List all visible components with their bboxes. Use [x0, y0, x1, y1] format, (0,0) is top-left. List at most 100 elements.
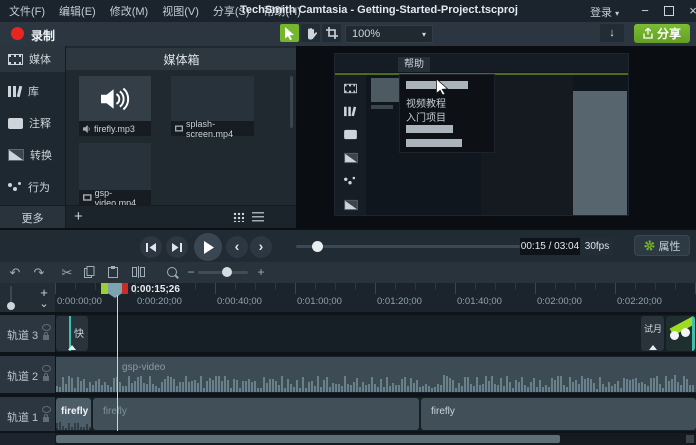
previous-clip-button[interactable]: ‹ — [226, 236, 248, 258]
timeline-zoom-in-button[interactable]: + — [252, 264, 270, 281]
playhead-out-marker[interactable] — [122, 283, 128, 294]
split-button[interactable] — [132, 266, 150, 283]
maximize-icon — [664, 6, 674, 16]
list-view-button[interactable] — [252, 212, 264, 222]
clip-trial-callout[interactable]: 试月 — [641, 316, 664, 351]
clip-label: 试月 — [644, 322, 662, 335]
track-visibility-icon[interactable] — [42, 324, 51, 331]
sidebar-item-label: 行为 — [28, 179, 50, 195]
scrollbar-end-piece[interactable] — [686, 435, 694, 443]
track-3-lane[interactable]: 快 试月 — [56, 315, 696, 352]
track-3-header[interactable]: 轨道 3 — [0, 315, 55, 352]
play-button[interactable] — [194, 233, 222, 261]
expand-icon[interactable] — [649, 345, 657, 350]
track-visibility-icon[interactable] — [42, 406, 51, 413]
track-visibility-icon[interactable] — [42, 365, 51, 372]
library-icon — [344, 106, 356, 116]
preview-canvas[interactable]: 帮助 视频教程 入门项目 — [296, 46, 696, 228]
menu-edit[interactable]: 编辑(E) — [59, 3, 96, 19]
step-back-button[interactable] — [140, 236, 162, 258]
clip-zoom-animation[interactable]: 快 — [56, 316, 88, 351]
next-clip-button[interactable]: › — [250, 236, 272, 258]
track-2-lane[interactable]: gsp-video — [56, 356, 696, 393]
window-title: TechSmith Camtasia - Getting-Started-Pro… — [240, 4, 518, 16]
ruler-label: 0:01:00;00 — [297, 296, 342, 307]
track-2-header[interactable]: 轨道 2 — [0, 356, 55, 393]
track-1-row: firefly firefly firefly 轨道 1 — [0, 397, 696, 431]
video-icon — [83, 194, 92, 201]
zoom-level-dropdown[interactable]: 100% ▾ — [345, 25, 433, 43]
undo-button[interactable]: ↶ — [6, 264, 24, 281]
menu-modify[interactable]: 修改(M) — [110, 3, 149, 19]
clip-end-animation[interactable] — [666, 316, 695, 351]
playhead-in-marker[interactable] — [101, 283, 108, 294]
playhead-marker[interactable] — [108, 283, 122, 298]
track-lock-icon[interactable] — [43, 376, 49, 381]
scrollbar-handle[interactable] — [56, 435, 560, 443]
download-button[interactable]: ↓ — [600, 24, 624, 42]
cursor-tool-button[interactable] — [280, 24, 299, 42]
clip-firefly-2[interactable]: firefly — [93, 398, 419, 430]
track-1-header[interactable]: 轨道 1 — [0, 397, 55, 431]
properties-button[interactable]: 属性 — [634, 235, 690, 256]
clip-firefly-3[interactable]: firefly — [421, 398, 696, 430]
ruler-label: 0:01:40;00 — [457, 296, 502, 307]
animation-dot — [670, 331, 679, 340]
title-bar: 文件(F) 编辑(E) 修改(M) 视图(V) 分享(S) 帮助(H) Tech… — [0, 0, 696, 22]
sidebar-item-transitions[interactable]: 转换 — [0, 142, 65, 168]
timeline-ruler[interactable]: 0:00:00;00 0:00:20;00 0:00:40;00 0:01:00… — [0, 283, 696, 312]
timeline-zoom-slider[interactable] — [198, 271, 248, 274]
sidebar-item-library[interactable]: 库 — [0, 78, 65, 104]
add-media-button[interactable]: + — [74, 208, 83, 225]
timeline-scrollbar — [0, 433, 696, 445]
scrollbar-corner — [0, 433, 55, 445]
menu-file[interactable]: 文件(F) — [9, 3, 45, 19]
play-icon — [203, 241, 214, 254]
sidebar-item-behaviors[interactable]: 行为 — [0, 174, 65, 200]
track-1-lane[interactable]: firefly firefly firefly — [56, 397, 696, 431]
playhead-line[interactable] — [117, 295, 118, 431]
timeline-zoom-knob[interactable] — [222, 267, 232, 277]
audio-waveform — [56, 422, 91, 430]
login-menu[interactable]: 登录 ▾ — [590, 4, 619, 20]
crop-icon — [326, 27, 338, 39]
paste-button[interactable] — [108, 266, 126, 283]
track-lock-icon[interactable] — [43, 417, 49, 422]
collapse-tracks-button[interactable]: ⌄ — [36, 299, 52, 310]
callout-icon — [344, 130, 357, 139]
media-bin-scrollbar[interactable] — [290, 76, 293, 128]
menu-view[interactable]: 视图(V) — [162, 3, 199, 19]
maximize-button[interactable] — [656, 0, 682, 22]
media-item-splash-screen[interactable] — [171, 76, 254, 121]
media-item-splash-screen-label: splash-screen.mp4 — [171, 121, 254, 136]
pan-tool-button[interactable] — [301, 24, 320, 42]
audio-icon — [83, 125, 91, 133]
scrub-slider[interactable] — [296, 245, 520, 248]
media-item-firefly[interactable] — [79, 76, 151, 121]
media-item-gsp-video[interactable] — [79, 143, 151, 193]
crop-tool-button[interactable] — [322, 24, 341, 42]
minimize-button[interactable]: − — [632, 0, 658, 22]
track-height-knob[interactable] — [7, 302, 15, 310]
close-button[interactable]: × — [680, 0, 696, 22]
animation-dot — [681, 328, 690, 337]
step-forward-button[interactable] — [166, 236, 188, 258]
record-button[interactable]: 录制 — [31, 27, 55, 44]
share-button[interactable]: 分享 — [634, 24, 690, 43]
grid-view-button[interactable] — [233, 212, 244, 222]
sidebar-item-media[interactable]: 媒体 — [0, 46, 65, 72]
scrub-slider-knob[interactable] — [312, 241, 323, 252]
preview-video-frame: 帮助 视频教程 入门项目 — [335, 54, 628, 215]
behaviors-icon — [344, 176, 356, 186]
gear-icon — [644, 240, 655, 251]
add-track-button[interactable]: + — [36, 287, 52, 298]
cut-button[interactable]: ✂ — [58, 264, 76, 281]
sidebar-more-button[interactable]: 更多 — [0, 205, 65, 229]
clip-gsp-video[interactable]: gsp-video — [56, 357, 696, 392]
sidebar-item-annotations[interactable]: 注释 — [0, 110, 65, 136]
clip-firefly-selected[interactable]: firefly — [56, 398, 91, 430]
expand-icon[interactable] — [68, 345, 76, 350]
redo-button[interactable]: ↷ — [30, 264, 48, 281]
track-lock-icon[interactable] — [43, 335, 49, 340]
copy-button[interactable] — [84, 266, 102, 283]
